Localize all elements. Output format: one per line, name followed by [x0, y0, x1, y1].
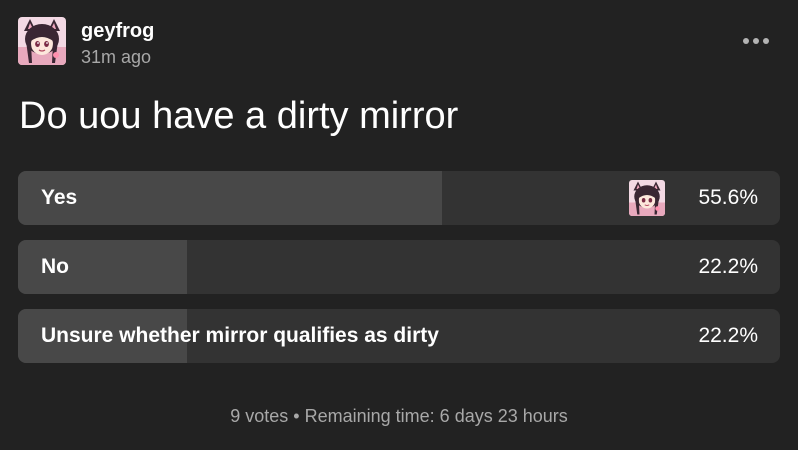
- poll-option-percentage: 22.2%: [698, 255, 758, 278]
- more-options-button[interactable]: [736, 28, 776, 54]
- poll-option-yes[interactable]: Yes 55.6%: [18, 171, 780, 225]
- poll-option-label: No: [41, 255, 69, 278]
- more-options-icon-dot: [763, 38, 769, 44]
- remaining-time: Remaining time: 6 days 23 hours: [304, 406, 568, 426]
- separator-dot: •: [293, 406, 300, 426]
- poll-question: Do uou have a dirty mirror: [19, 95, 459, 137]
- post-timestamp: 31m ago: [81, 47, 152, 67]
- more-options-icon: [743, 38, 749, 44]
- author-avatar[interactable]: [18, 17, 66, 65]
- poll-footer: 9 votes • Remaining time: 6 days 23 hour…: [0, 404, 798, 428]
- voter-avatar: [629, 180, 665, 216]
- poll-option-label: Unsure whether mirror qualifies as dirty: [41, 324, 439, 347]
- poll-option-unsure[interactable]: Unsure whether mirror qualifies as dirty…: [18, 309, 780, 363]
- vote-count: 9 votes: [230, 406, 289, 426]
- poll-option-label: Yes: [41, 186, 78, 209]
- poll-option-percentage: 55.6%: [698, 186, 758, 209]
- poll-option-no[interactable]: No 22.2%: [18, 240, 780, 294]
- anime-avatar-icon: [18, 17, 66, 65]
- anime-avatar-icon: [629, 180, 665, 216]
- poll-option-percentage: 22.2%: [698, 324, 758, 347]
- author-username[interactable]: geyfrog: [81, 18, 154, 44]
- more-options-icon-dot: [753, 38, 759, 44]
- poll-option-result-bar: [18, 171, 442, 225]
